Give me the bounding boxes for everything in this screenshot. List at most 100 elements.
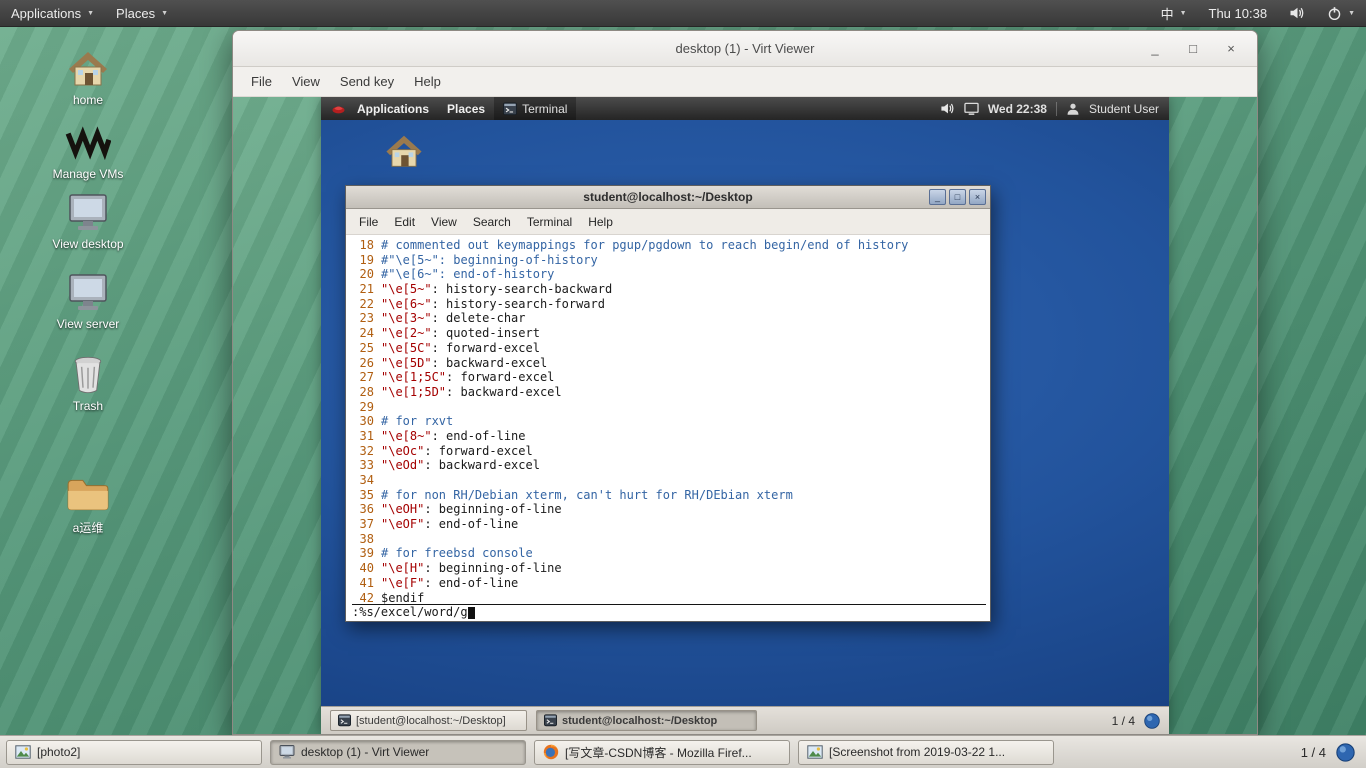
- remote-workspace-indicator[interactable]: 1 / 4: [1112, 714, 1135, 728]
- maximize-button[interactable]: □: [1181, 37, 1205, 61]
- buffer-line-37: 37"\eOF": end-of-line: [352, 517, 986, 532]
- desktop-icon-trash[interactable]: Trash: [40, 355, 136, 413]
- task-button-screenshot-from-2019-03-22-1[interactable]: [Screenshot from 2019-03-22 1...: [798, 740, 1054, 765]
- code-segment: "\e[5~": [381, 282, 432, 297]
- line-number: 38: [352, 532, 374, 547]
- virt-viewer-titlebar[interactable]: desktop (1) - Virt Viewer _□×: [233, 31, 1257, 67]
- maximize-button[interactable]: □: [949, 189, 966, 205]
- buffer-line-22: 22"\e[6~": history-search-forward: [352, 297, 986, 312]
- code-segment: : backward-excel: [432, 356, 548, 371]
- remote-clock[interactable]: Wed 22:38: [988, 102, 1047, 116]
- remote-menu-places[interactable]: Places: [438, 97, 494, 120]
- buffer-line-34: 34: [352, 473, 986, 488]
- line-number: 19: [352, 253, 374, 268]
- firefox-icon: [543, 744, 559, 760]
- terminal-menu-search[interactable]: Search: [465, 215, 519, 229]
- vim-command-line: :%s/excel/word/g: [352, 605, 986, 620]
- redhat-icon[interactable]: [331, 101, 346, 116]
- menu-send-key[interactable]: Send key: [330, 67, 404, 96]
- terminal-icon: [338, 714, 351, 727]
- terminal-menu-help[interactable]: Help: [580, 215, 621, 229]
- display-icon[interactable]: [964, 102, 979, 116]
- remote-user-menu[interactable]: Student User: [1089, 102, 1159, 116]
- terminal-menu-terminal[interactable]: Terminal: [519, 215, 580, 229]
- task-button-desktop-1-virt-viewer[interactable]: desktop (1) - Virt Viewer: [270, 740, 526, 765]
- code-segment: : forward-excel: [424, 444, 532, 459]
- terminal-icon: [503, 102, 517, 116]
- photo-icon: [15, 744, 31, 760]
- remote-desktop-home-icon[interactable]: [376, 133, 432, 170]
- task-button-csdn-mozilla-firef[interactable]: [写文章-CSDN博客 - Mozilla Firef...: [534, 740, 790, 765]
- terminal-menu-file[interactable]: File: [351, 215, 386, 229]
- task-button-label: student@localhost:~/Desktop: [562, 715, 717, 727]
- vim-command-text: :%s/excel/word/g: [352, 605, 468, 620]
- volume-menu[interactable]: [1278, 0, 1316, 26]
- virt-viewer-display: Applications Places Terminal Wed 22:38 S…: [233, 97, 1257, 734]
- buffer-line-29: 29: [352, 400, 986, 415]
- power-menu[interactable]: ▼: [1316, 0, 1366, 26]
- host-menu-applications[interactable]: Applications ▼: [0, 0, 105, 26]
- code-segment: # for non RH/Debian xterm, can't hurt fo…: [381, 488, 793, 503]
- terminal-cursor: [468, 607, 475, 619]
- photo-icon: [807, 744, 823, 760]
- menu-help[interactable]: Help: [404, 67, 451, 96]
- code-segment: "\e[1;5D": [381, 385, 446, 400]
- desktop-icon-label: Manage VMs: [53, 167, 124, 181]
- host-menu-places[interactable]: Places ▼: [105, 0, 179, 26]
- code-segment: : forward-excel: [432, 341, 540, 356]
- minimize-button[interactable]: _: [1143, 37, 1167, 61]
- code-segment: "\e[2~": [381, 326, 432, 341]
- remote-app-menu[interactable]: Terminal: [494, 97, 576, 120]
- code-segment: : end-of-line: [432, 429, 526, 444]
- terminal-icon: [544, 714, 557, 727]
- desktop-icon-view-server[interactable]: View server: [40, 273, 136, 331]
- line-number: 37: [352, 517, 374, 532]
- terminal-menu-view[interactable]: View: [423, 215, 465, 229]
- terminal-titlebar[interactable]: student@localhost:~/Desktop _□×: [346, 186, 990, 209]
- remote-menu-applications[interactable]: Applications: [348, 97, 438, 120]
- buffer-line-24: 24"\e[2~": quoted-insert: [352, 326, 986, 341]
- line-number: 41: [352, 576, 374, 591]
- code-segment: "\e[1;5C": [381, 370, 446, 385]
- desktop-icon-home[interactable]: home: [40, 49, 136, 107]
- buffer-line-39: 39# for freebsd console: [352, 546, 986, 561]
- terminal-menu-edit[interactable]: Edit: [386, 215, 423, 229]
- buffer-line-19: 19#"\e[5~": beginning-of-history: [352, 253, 986, 268]
- minimize-button[interactable]: _: [929, 189, 946, 205]
- line-number: 29: [352, 400, 374, 415]
- desktop-icon-a[interactable]: a运维: [40, 475, 136, 536]
- close-button[interactable]: ×: [969, 189, 986, 205]
- task-button-student-localhost-desktop[interactable]: [student@localhost:~/Desktop]: [330, 710, 527, 731]
- remote-status-area: Wed 22:38 Student User: [940, 97, 1163, 120]
- task-button-photo2[interactable]: [photo2]: [6, 740, 262, 765]
- host-workspace-indicator[interactable]: 1 / 4: [1301, 745, 1326, 760]
- host-top-panel: Applications ▼ Places ▼ 中 ▼ Thu 10:38 ▼: [0, 0, 1366, 27]
- workspace-switcher-icon[interactable]: [1336, 743, 1355, 762]
- code-segment: "\eOd": [381, 458, 424, 473]
- host-clock[interactable]: Thu 10:38: [1198, 0, 1279, 26]
- close-button[interactable]: ×: [1219, 37, 1243, 61]
- host-task-buttons: [photo2] desktop (1) - Virt Viewer [写文章-CS…: [6, 740, 1054, 765]
- code-segment: : quoted-insert: [432, 326, 540, 341]
- buffer-line-30: 30# for rxvt: [352, 414, 986, 429]
- menu-file[interactable]: File: [241, 67, 282, 96]
- places-menu-label: Places: [116, 6, 155, 21]
- code-segment: "\e[F": [381, 576, 424, 591]
- desktop-icon-label: View server: [57, 317, 119, 331]
- input-method-indicator[interactable]: 中 ▼: [1150, 0, 1198, 26]
- terminal-body[interactable]: 18# commented out keymappings for pgup/p…: [346, 235, 990, 621]
- line-number: 39: [352, 546, 374, 561]
- code-segment: "\e[H": [381, 561, 424, 576]
- desktop-icon-manage-vms[interactable]: Manage VMs: [40, 123, 136, 181]
- task-button-student-localhost-desktop[interactable]: student@localhost:~/Desktop: [536, 710, 757, 731]
- desktop-icon-label: Trash: [73, 399, 103, 413]
- menu-view[interactable]: View: [282, 67, 330, 96]
- task-button-label: desktop (1) - Virt Viewer: [301, 745, 429, 759]
- home-icon: [383, 133, 425, 170]
- line-number: 36: [352, 502, 374, 517]
- desktop-icon-view-desktop[interactable]: View desktop: [40, 193, 136, 251]
- workspace-switcher-icon[interactable]: [1144, 713, 1160, 729]
- buffer-line-36: 36"\eOH": beginning-of-line: [352, 502, 986, 517]
- code-segment: : delete-char: [432, 311, 526, 326]
- volume-icon[interactable]: [940, 101, 955, 116]
